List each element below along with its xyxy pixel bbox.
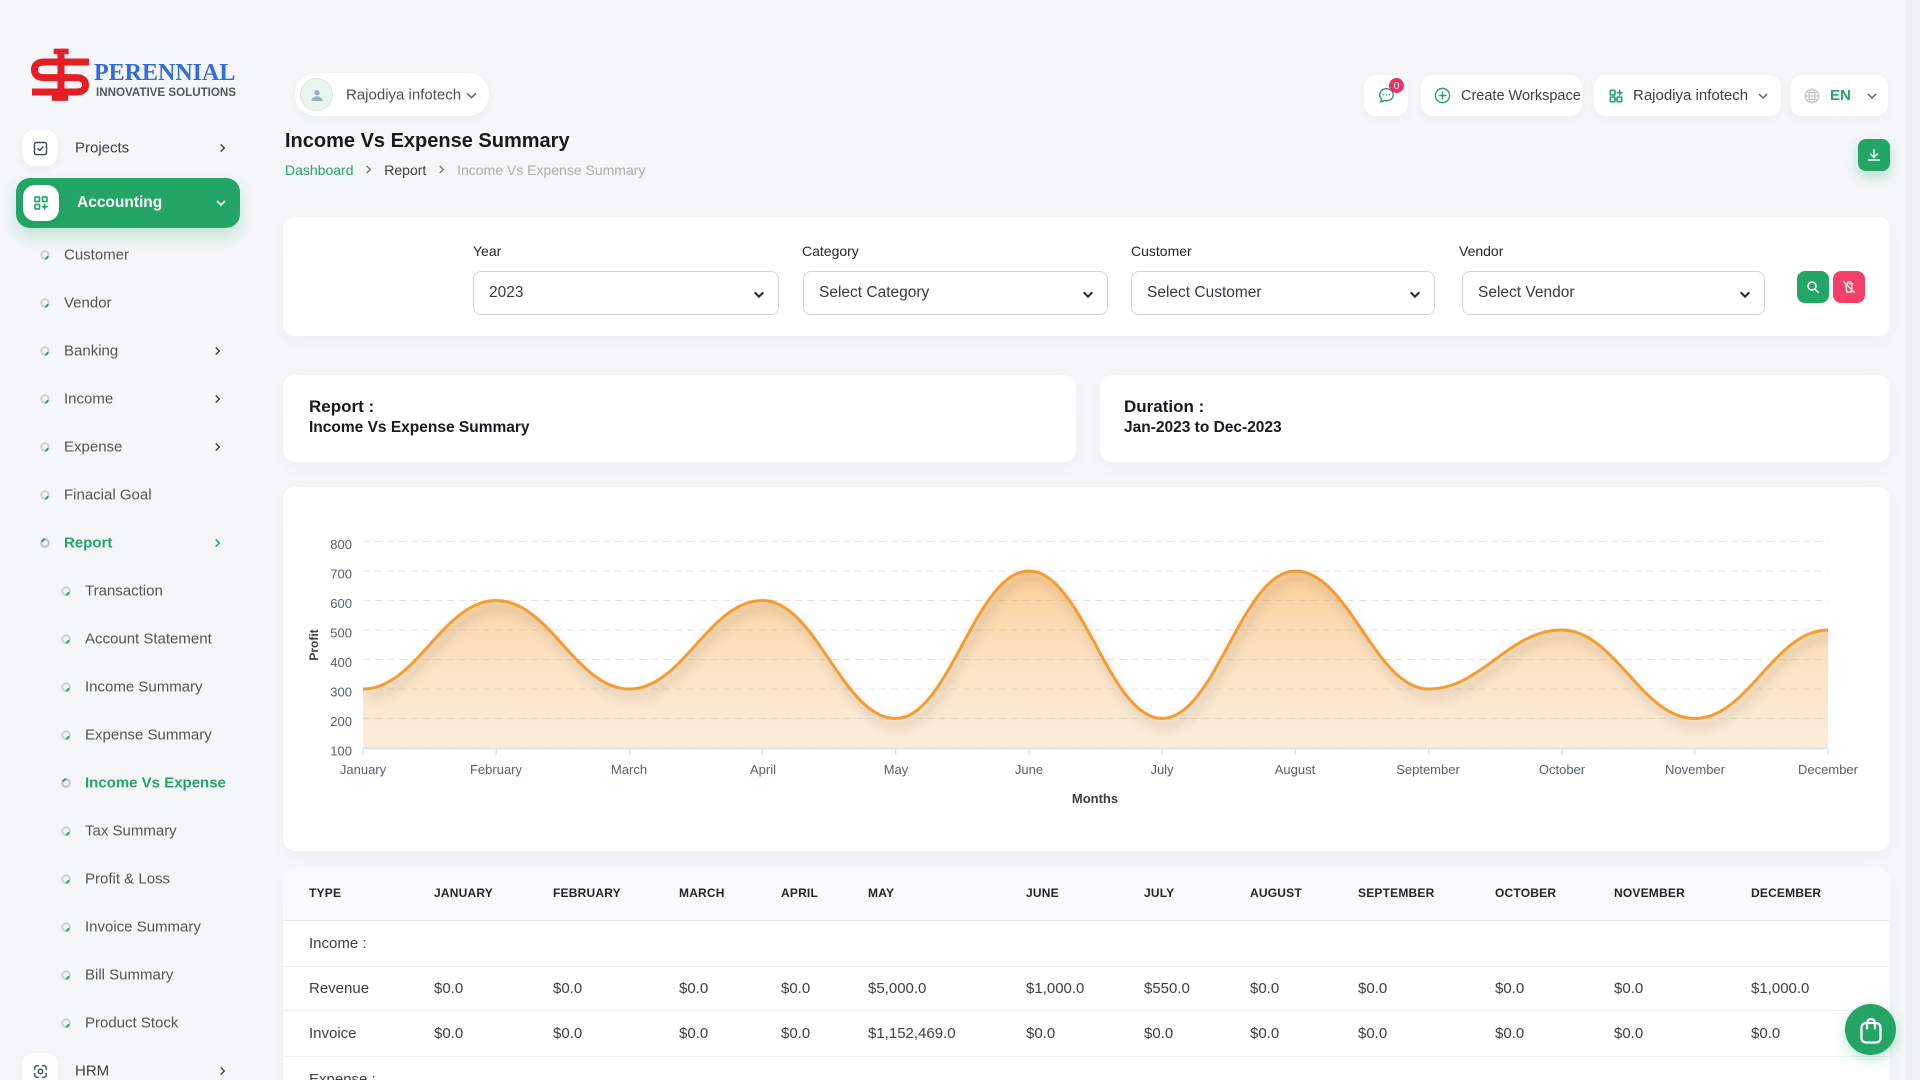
svg-text:March: March: [611, 762, 647, 777]
svg-text:500: 500: [330, 626, 352, 641]
svg-text:February: February: [470, 762, 523, 777]
svg-text:October: October: [1539, 762, 1586, 777]
svg-text:April: April: [750, 762, 776, 777]
svg-text:January: January: [340, 762, 387, 777]
svg-text:Profit: Profit: [307, 629, 321, 660]
svg-text:July: July: [1150, 762, 1174, 777]
svg-text:INNOVATIVE SOLUTIONS: INNOVATIVE SOLUTIONS: [96, 86, 236, 99]
svg-text:May: May: [884, 762, 909, 777]
svg-text:100: 100: [330, 744, 352, 759]
svg-text:Months: Months: [1072, 791, 1118, 806]
svg-text:800: 800: [330, 537, 352, 552]
svg-text:700: 700: [330, 567, 352, 582]
svg-text:200: 200: [330, 714, 352, 729]
svg-text:November: November: [1665, 762, 1726, 777]
svg-text:June: June: [1015, 762, 1043, 777]
svg-text:December: December: [1798, 762, 1859, 777]
svg-text:300: 300: [330, 685, 352, 700]
svg-text:PERENNIAL: PERENNIAL: [94, 60, 235, 86]
svg-text:400: 400: [330, 655, 352, 670]
svg-text:600: 600: [330, 596, 352, 611]
svg-text:August: August: [1275, 762, 1316, 777]
svg-text:September: September: [1396, 762, 1460, 777]
